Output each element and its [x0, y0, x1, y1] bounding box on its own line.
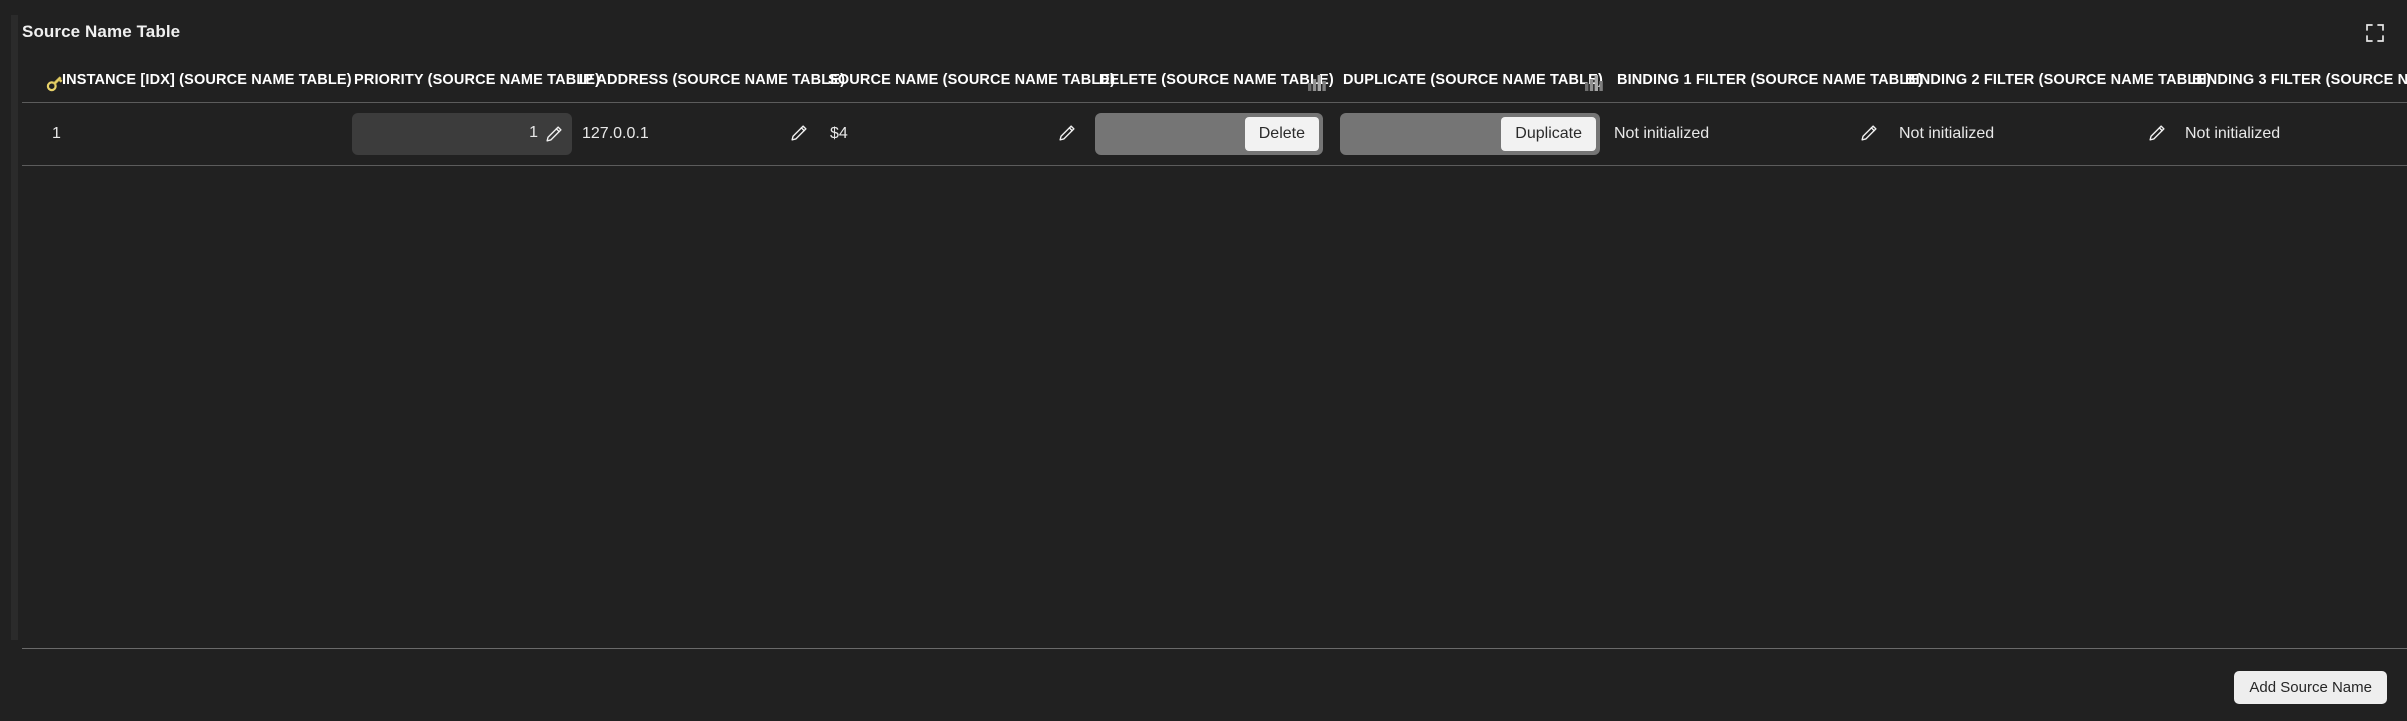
edit-pencil-icon-ip-address[interactable] — [788, 122, 810, 144]
page-title: Source Name Table — [22, 22, 181, 41]
priority-input[interactable]: 1 — [352, 113, 572, 155]
table-panel: Source Name Table INSTANCE [IDX] (SOURCE… — [22, 0, 2407, 648]
source-name-table-panel: Source Name Table INSTANCE [IDX] (SOURCE… — [0, 0, 2407, 721]
priority-value: 1 — [529, 124, 538, 141]
col-header-delete[interactable]: DELETE (SOURCE NAME TABLE) — [1099, 72, 1334, 88]
col-header-binding-1-filter[interactable]: BINDING 1 FILTER (SOURCE NAME TABLE) — [1617, 72, 1923, 88]
col-header-instance[interactable]: INSTANCE [IDX] (SOURCE NAME TABLE) — [62, 72, 352, 88]
cell-source-name: $4 — [830, 125, 848, 142]
table-footer: Add Source Name — [22, 648, 2407, 721]
delete-button[interactable]: Delete — [1244, 117, 1319, 151]
bar-chart-icon-duplicate — [1584, 74, 1604, 91]
fullscreen-expand-icon[interactable] — [2363, 21, 2387, 45]
duplicate-cell: Duplicate — [1340, 113, 1600, 155]
table-header-row: INSTANCE [IDX] (SOURCE NAME TABLE) PRIOR… — [22, 62, 2407, 103]
add-source-name-button[interactable]: Add Source Name — [2234, 671, 2387, 704]
col-header-priority[interactable]: PRIORITY (SOURCE NAME TABLE) — [354, 72, 600, 88]
delete-cell: Delete — [1095, 113, 1323, 155]
data-table: INSTANCE [IDX] (SOURCE NAME TABLE) PRIOR… — [22, 62, 2407, 166]
edit-pencil-icon-source-name[interactable] — [1056, 122, 1078, 144]
cell-instance: 1 — [52, 125, 61, 142]
edit-pencil-icon-binding-1[interactable] — [1858, 122, 1880, 144]
col-header-ip-address[interactable]: IP ADDRESS (SOURCE NAME TABLE) — [579, 72, 845, 88]
col-header-duplicate[interactable]: DUPLICATE (SOURCE NAME TABLE) — [1343, 72, 1603, 88]
cell-binding-3-filter: Not initialized — [2185, 125, 2281, 142]
col-header-binding-3-filter[interactable]: BINDING 3 FILTER (SOURCE NAME — [2192, 72, 2407, 88]
cell-binding-2-filter: Not initialized — [1899, 125, 1995, 142]
col-header-source-name[interactable]: SOURCE NAME (SOURCE NAME TABLE) — [828, 72, 1115, 88]
vertical-scrollbar-track[interactable] — [11, 15, 29, 655]
bar-chart-icon-delete — [1307, 74, 1327, 91]
cell-binding-1-filter: Not initialized — [1614, 125, 1710, 142]
col-header-binding-2-filter[interactable]: BINDING 2 FILTER (SOURCE NAME TABLE) — [1905, 72, 2211, 88]
edit-pencil-icon-priority[interactable] — [543, 123, 565, 145]
duplicate-button[interactable]: Duplicate — [1501, 117, 1596, 151]
table-row: 1 1 127.0.0.1 $4 Delete Duplicate Not in… — [22, 103, 2407, 166]
cell-ip-address: 127.0.0.1 — [582, 125, 649, 142]
edit-pencil-icon-binding-2[interactable] — [2146, 122, 2168, 144]
